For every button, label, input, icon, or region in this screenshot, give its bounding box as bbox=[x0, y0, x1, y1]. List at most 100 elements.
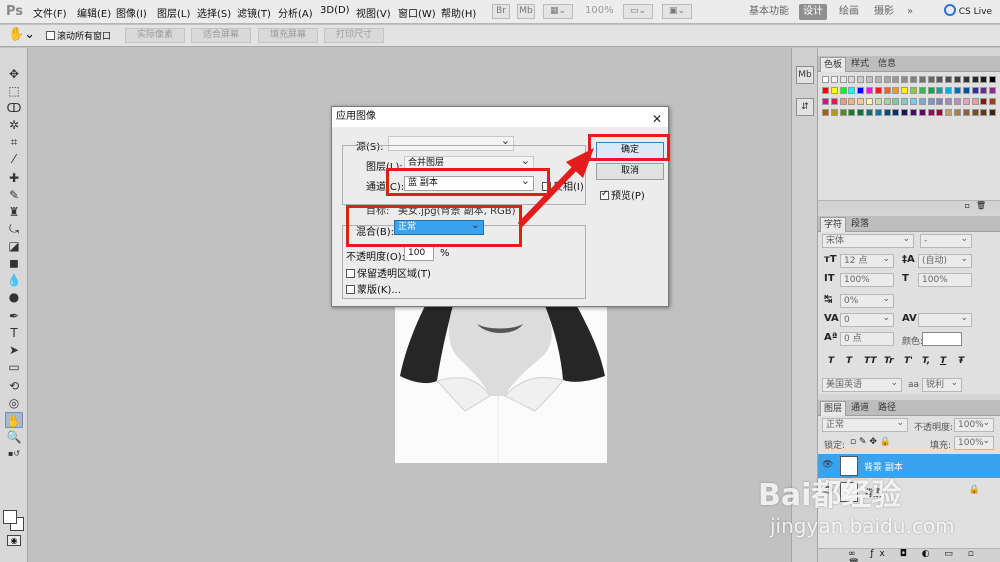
color-swatch[interactable] bbox=[927, 87, 935, 94]
color-swatch[interactable] bbox=[857, 109, 865, 116]
eraser-tool-icon[interactable]: ◪ bbox=[5, 238, 23, 254]
clone-stamp-tool-icon[interactable]: ♜ bbox=[5, 204, 23, 220]
color-swatch[interactable] bbox=[918, 98, 926, 105]
tab-character[interactable]: 字符 bbox=[820, 217, 847, 232]
leading-select[interactable]: (自动) bbox=[918, 253, 972, 268]
color-swatch[interactable] bbox=[822, 98, 829, 105]
visibility-eye-icon[interactable]: 👁 bbox=[822, 460, 833, 470]
marquee-tool-icon[interactable]: ⬚ bbox=[5, 83, 23, 99]
font-family-select[interactable]: 宋体 bbox=[822, 233, 914, 248]
language-select[interactable]: 美国英语 bbox=[822, 377, 902, 392]
color-swatch[interactable] bbox=[874, 87, 882, 94]
color-swatch[interactable] bbox=[936, 109, 944, 116]
menu-analysis[interactable]: 分析(A) bbox=[278, 5, 313, 20]
workspace-more-icon[interactable]: » bbox=[903, 4, 917, 20]
screen-mode-icon[interactable]: ▣⌄ bbox=[662, 4, 692, 19]
color-swatch[interactable] bbox=[901, 109, 909, 116]
color-swatch[interactable] bbox=[945, 87, 953, 94]
new-swatch-icon[interactable]: ▫ bbox=[965, 201, 970, 210]
strikethrough-button[interactable]: Ŧ bbox=[958, 356, 964, 366]
color-swatch[interactable] bbox=[945, 98, 953, 105]
minibridge-panel-icon[interactable]: Mb bbox=[796, 66, 814, 84]
delete-swatch-icon[interactable]: 🗑 bbox=[976, 201, 986, 210]
color-swatch[interactable] bbox=[936, 87, 944, 94]
tab-paragraph[interactable]: 段落 bbox=[848, 217, 872, 232]
close-icon[interactable]: ✕ bbox=[652, 109, 662, 129]
color-swatch[interactable] bbox=[945, 109, 953, 116]
healing-brush-tool-icon[interactable]: ✚ bbox=[5, 170, 23, 186]
color-swatch[interactable] bbox=[910, 76, 917, 83]
pen-tool-icon[interactable]: ✒ bbox=[5, 308, 23, 324]
menu-help[interactable]: 帮助(H) bbox=[441, 5, 476, 20]
color-swatch[interactable] bbox=[883, 109, 891, 116]
color-swatch[interactable] bbox=[910, 98, 917, 105]
workspace-photography[interactable]: 摄影 bbox=[870, 4, 898, 20]
baseline-shift-field[interactable]: 0 点 bbox=[840, 332, 894, 346]
color-swatch[interactable] bbox=[830, 87, 838, 94]
menu-3d[interactable]: 3D(D) bbox=[320, 5, 350, 16]
scroll-all-box[interactable] bbox=[46, 31, 55, 40]
scroll-all-windows-checkbox[interactable]: 滚动所有窗口 bbox=[46, 29, 111, 42]
color-swatch[interactable] bbox=[848, 87, 856, 94]
workspace-painting[interactable]: 绘画 bbox=[835, 4, 863, 20]
tab-swatches[interactable]: 色板 bbox=[820, 57, 847, 72]
color-swatch[interactable] bbox=[839, 109, 847, 116]
color-swatch[interactable] bbox=[918, 76, 926, 83]
color-swatch[interactable] bbox=[830, 98, 838, 105]
cs-live-button[interactable]: CS Live bbox=[943, 4, 992, 17]
workspace-basic[interactable]: 基本功能 bbox=[746, 4, 792, 20]
eyedropper-tool-icon[interactable]: ⁄ bbox=[5, 151, 23, 167]
tab-channels[interactable]: 通道 bbox=[848, 401, 872, 416]
font-size-select[interactable]: 12 点 bbox=[840, 253, 894, 268]
tsume-select[interactable]: 0% bbox=[840, 293, 894, 308]
color-swatch[interactable] bbox=[892, 76, 900, 83]
menu-edit[interactable]: 编辑(E) bbox=[77, 5, 111, 20]
lasso-tool-icon[interactable]: ↀ bbox=[5, 100, 23, 116]
tab-styles[interactable]: 样式 bbox=[848, 57, 872, 72]
color-swatch[interactable] bbox=[822, 76, 829, 83]
color-swatch[interactable] bbox=[883, 98, 891, 105]
quick-select-tool-icon[interactable]: ✲ bbox=[5, 117, 23, 133]
blur-tool-icon[interactable]: 💧 bbox=[5, 272, 23, 288]
move-tool-icon[interactable]: ✥ bbox=[5, 66, 23, 82]
color-swatch[interactable] bbox=[962, 109, 970, 116]
workspace-design[interactable]: 设计 bbox=[799, 4, 827, 20]
color-swatch[interactable] bbox=[918, 109, 926, 116]
color-swatch[interactable] bbox=[866, 109, 873, 116]
color-swatch[interactable] bbox=[883, 76, 891, 83]
quick-mask-icon[interactable]: ◉ bbox=[7, 535, 21, 546]
3d-rotate-tool-icon[interactable]: ⟲ bbox=[5, 378, 23, 394]
tab-paths[interactable]: 路径 bbox=[875, 401, 899, 416]
color-swatch[interactable] bbox=[830, 76, 838, 83]
color-swatch[interactable] bbox=[874, 109, 882, 116]
color-swatch[interactable] bbox=[839, 87, 847, 94]
actual-pixels-button[interactable]: 实际像素 bbox=[125, 28, 185, 43]
font-style-select[interactable]: - bbox=[920, 233, 972, 248]
color-swatch[interactable] bbox=[866, 98, 873, 105]
faux-italic-button[interactable]: T bbox=[846, 356, 852, 366]
color-swatch[interactable] bbox=[892, 87, 900, 94]
horizontal-scale-field[interactable]: 100% bbox=[918, 273, 972, 287]
color-swatch[interactable] bbox=[866, 76, 873, 83]
tab-layers[interactable]: 图层 bbox=[820, 401, 847, 416]
underline-button[interactable]: T bbox=[940, 356, 946, 366]
color-swatch[interactable] bbox=[945, 76, 953, 83]
history-brush-tool-icon[interactable]: ⤿ bbox=[5, 221, 23, 237]
color-swatch[interactable] bbox=[989, 87, 997, 94]
foreground-color-swatch[interactable] bbox=[3, 510, 17, 524]
hand-tool-icon[interactable]: ✋ bbox=[5, 412, 23, 428]
tab-info[interactable]: 信息 bbox=[875, 57, 899, 72]
superscript-button[interactable]: T' bbox=[904, 356, 913, 366]
history-panel-icon[interactable]: ⇵ bbox=[796, 98, 814, 116]
color-swatch[interactable] bbox=[989, 98, 997, 105]
view-extras-icon[interactable]: ▦⌄ bbox=[543, 4, 573, 19]
zoom-level[interactable]: 100% bbox=[585, 5, 614, 16]
gradient-tool-icon[interactable]: ◼ bbox=[5, 255, 23, 271]
vertical-scale-field[interactable]: 100% bbox=[840, 273, 894, 287]
color-swatch[interactable] bbox=[857, 76, 865, 83]
layer-fill-field[interactable]: 100% bbox=[954, 435, 994, 450]
color-swatch[interactable] bbox=[857, 87, 865, 94]
color-swatch[interactable] bbox=[839, 76, 847, 83]
preserve-transparency-checkbox[interactable]: 保留透明区域(T) bbox=[346, 265, 431, 280]
preview-box[interactable] bbox=[600, 189, 609, 200]
